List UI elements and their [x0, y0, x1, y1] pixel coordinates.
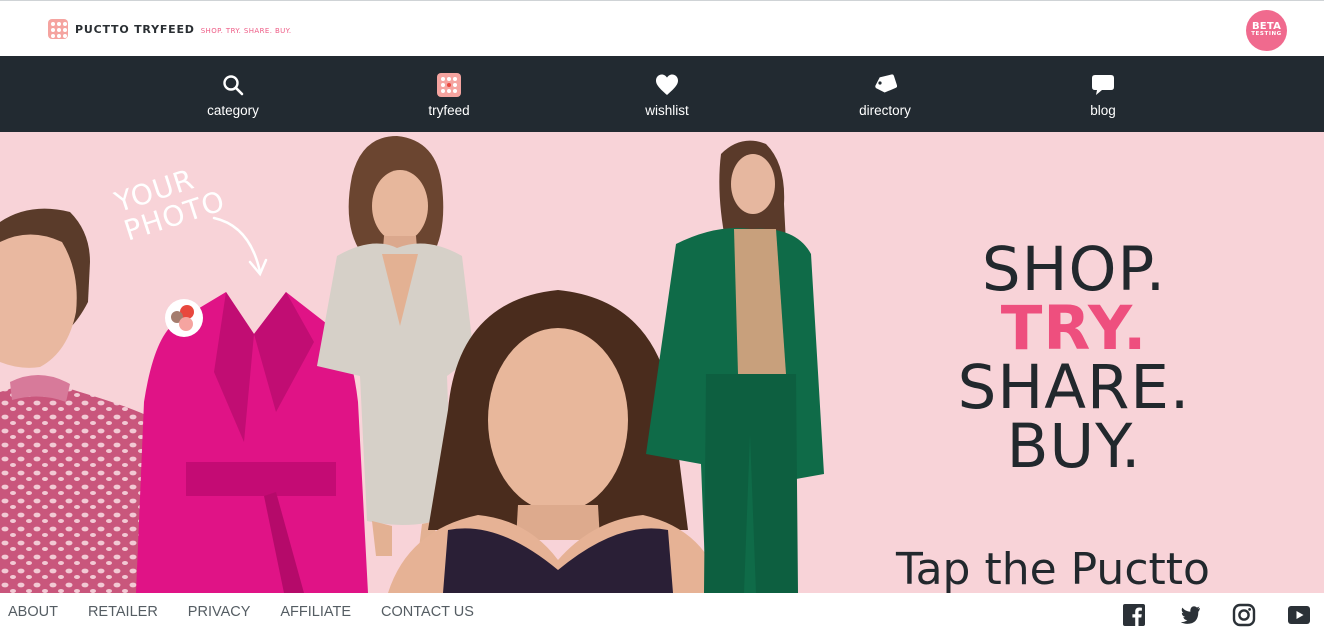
nav-item-tryfeed[interactable]: tryfeed — [394, 56, 504, 132]
tag-icon — [875, 74, 897, 93]
nav-label-category: category — [207, 103, 259, 118]
nav-item-wishlist[interactable]: wishlist — [612, 56, 722, 132]
nav-item-blog[interactable]: blog — [1048, 56, 1158, 132]
youtube-icon[interactable] — [1287, 603, 1311, 627]
brand-tagline: SHOP. TRY. SHARE. BUY. — [200, 26, 292, 35]
model-pink-blouse-image — [0, 208, 150, 593]
nav-label-tryfeed: tryfeed — [428, 103, 470, 118]
footer-link-about[interactable]: ABOUT — [8, 604, 58, 620]
headline-buy: BUY. — [1006, 411, 1142, 482]
footer-link-retailer[interactable]: RETAILER — [88, 604, 158, 620]
heart-icon — [656, 74, 678, 95]
badge-line2: TESTING — [1251, 31, 1282, 37]
instagram-icon[interactable] — [1232, 603, 1256, 627]
nav-label-wishlist: wishlist — [645, 103, 689, 118]
site-header: PUCTTO TRYFEED SHOP. TRY. SHARE. BUY. BE… — [0, 0, 1324, 56]
nav-item-category[interactable]: category — [178, 56, 288, 132]
nav-label-blog: blog — [1090, 103, 1116, 118]
headline-shop: SHOP. — [981, 234, 1167, 305]
footer-link-contact-us[interactable]: CONTACT US — [381, 604, 474, 620]
hero-banner: YOUR PHOTO SHOP. TRY. SHARE. BUY. Tap th… — [0, 132, 1324, 593]
hero-headline: SHOP. TRY. SHARE. BUY. — [900, 234, 1248, 482]
headline-try: TRY. — [1000, 293, 1148, 364]
model-green-suit-image — [646, 140, 824, 593]
footer-links: ABOUT RETAILER PRIVACY AFFILIATE CONTACT… — [8, 604, 504, 620]
beta-testing-badge: BETA TESTING — [1246, 10, 1287, 51]
tryfeed-logo-icon — [48, 19, 68, 39]
tryfeed-circle-icon[interactable] — [164, 298, 204, 338]
footer-link-affiliate[interactable]: AFFILIATE — [280, 604, 351, 620]
speech-bubble-icon — [1092, 75, 1114, 95]
brand-name: PUCTTO TRYFEED — [75, 22, 195, 36]
nav-label-directory: directory — [859, 103, 911, 118]
footer-link-privacy[interactable]: PRIVACY — [188, 604, 251, 620]
twitter-icon[interactable] — [1177, 603, 1201, 627]
arrow-down-icon — [212, 216, 268, 277]
search-icon — [223, 75, 244, 96]
facebook-icon[interactable] — [1122, 603, 1146, 627]
main-nav: category tryfeed wishlist directory blog — [0, 56, 1324, 132]
hero-subline: Tap the Puctto — [896, 544, 1210, 593]
nav-item-directory[interactable]: directory — [830, 56, 940, 132]
site-footer: ABOUT RETAILER PRIVACY AFFILIATE CONTACT… — [0, 593, 1324, 627]
brand-logo[interactable]: PUCTTO TRYFEED SHOP. TRY. SHARE. BUY. — [48, 19, 292, 39]
tryfeed-logo-icon — [437, 73, 461, 97]
headline-share: SHARE. — [957, 352, 1191, 423]
